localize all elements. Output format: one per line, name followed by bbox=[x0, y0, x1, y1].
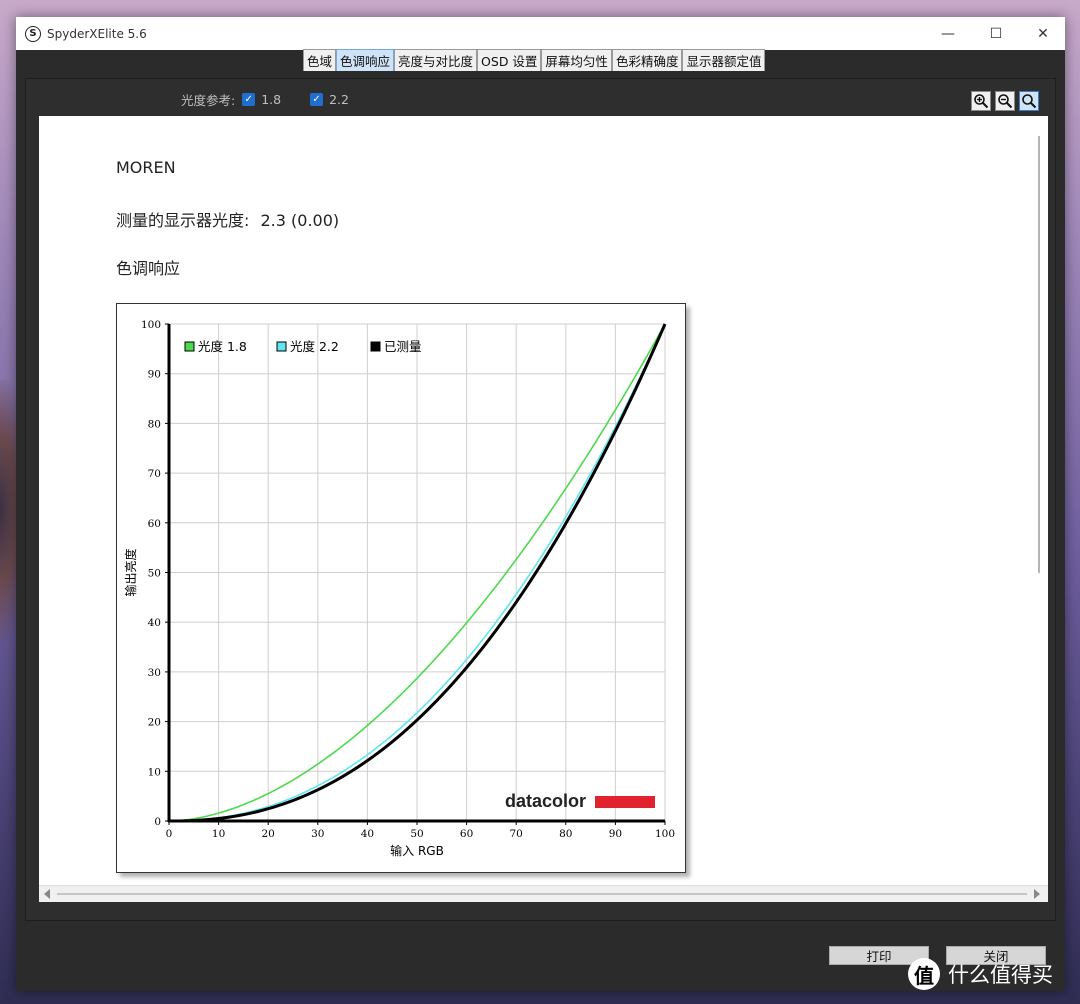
zoom-fit-icon bbox=[1022, 94, 1037, 109]
minimize-button[interactable]: — bbox=[925, 17, 971, 50]
x-tick-label: 90 bbox=[609, 828, 622, 840]
y-tick-label: 10 bbox=[148, 766, 161, 778]
x-tick-label: 60 bbox=[460, 828, 473, 840]
zoom-in-icon bbox=[974, 94, 989, 109]
measured-gamma: 测量的显示器光度: 2.3 (0.00) bbox=[116, 207, 339, 231]
scroll-right-icon[interactable] bbox=[1034, 889, 1040, 899]
gamma-2-2-label: 2.2 bbox=[329, 92, 349, 107]
app-window: S SpyderXElite 5.6 — ☐ ✕ 色域 色调响应 亮度与对比度 … bbox=[16, 17, 1065, 991]
gamma-1-8-checkbox[interactable]: ✓ bbox=[242, 93, 256, 106]
tab-bar: 色域 色调响应 亮度与对比度 OSD 设置 屏幕均匀性 色彩精确度 显示器额定值 bbox=[303, 49, 766, 72]
y-tick-label: 50 bbox=[148, 568, 161, 580]
y-tick-label: 70 bbox=[148, 468, 161, 480]
x-tick-label: 0 bbox=[166, 828, 173, 840]
y-tick-label: 40 bbox=[148, 617, 161, 629]
x-tick-label: 40 bbox=[361, 828, 374, 840]
legend-label-2: 光度 2.2 bbox=[290, 339, 339, 354]
close-window-button[interactable]: ✕ bbox=[1020, 17, 1066, 50]
zoom-fit-button[interactable] bbox=[1019, 91, 1039, 111]
y-tick-label: 80 bbox=[148, 418, 161, 430]
report-content: MOREN 测量的显示器光度: 2.3 (0.00) 色调响应 0 10 20 30 4… bbox=[39, 116, 1030, 885]
scroll-left-icon[interactable] bbox=[44, 889, 50, 899]
x-tick-label: 70 bbox=[510, 828, 523, 840]
gamma-reference-label: 光度参考: bbox=[181, 93, 236, 108]
x-tick-label: 10 bbox=[212, 828, 225, 840]
y-tick-label: 90 bbox=[148, 369, 161, 381]
tab-osd-settings[interactable]: OSD 设置 bbox=[477, 49, 542, 71]
vertical-scrollbar[interactable] bbox=[1030, 116, 1048, 885]
measured-gamma-value: 2.3 (0.00) bbox=[260, 211, 340, 230]
datacolor-logo-bar bbox=[595, 796, 655, 808]
zoom-in-button[interactable] bbox=[971, 91, 991, 111]
maximize-button[interactable]: ☐ bbox=[973, 17, 1019, 50]
y-tick-label: 30 bbox=[148, 667, 161, 679]
tab-gamut[interactable]: 色域 bbox=[303, 49, 337, 71]
x-tick-label: 100 bbox=[655, 828, 675, 840]
watermark: 值 什么值得买 bbox=[908, 958, 1053, 990]
tab-uniformity[interactable]: 屏幕均匀性 bbox=[541, 49, 612, 71]
x-tick-label: 50 bbox=[410, 828, 423, 840]
zoom-out-button[interactable] bbox=[995, 91, 1015, 111]
watermark-text: 什么值得买 bbox=[948, 963, 1053, 987]
zoom-out-icon bbox=[998, 94, 1013, 109]
legend-swatch-2 bbox=[276, 341, 287, 352]
gamma-reference-row: 光度参考: ✓ 1.8 ✓ 2.2 bbox=[181, 90, 349, 109]
window-title: SpyderXElite 5.6 bbox=[47, 26, 147, 41]
datacolor-logo-text: datacolor bbox=[505, 791, 586, 811]
horizontal-scroll-thumb[interactable] bbox=[57, 893, 1027, 895]
tone-response-chart: 0 10 20 30 40 50 60 70 80 90 100 0 10 20 30 40 50 60 70 80 9… bbox=[116, 303, 686, 873]
gamma-2-2-checkbox[interactable]: ✓ bbox=[310, 93, 324, 106]
x-tick-label: 30 bbox=[311, 828, 324, 840]
legend-label-1: 光度 1.8 bbox=[198, 339, 247, 354]
legend-swatch-3 bbox=[370, 341, 381, 352]
vertical-scroll-thumb[interactable] bbox=[1038, 136, 1040, 573]
watermark-logo-icon: 值 bbox=[908, 958, 940, 990]
horizontal-scrollbar[interactable] bbox=[39, 885, 1048, 902]
y-tick-label: 60 bbox=[148, 518, 161, 530]
legend-swatch-1 bbox=[184, 341, 195, 352]
y-axis-title: 输出亮度 bbox=[123, 548, 138, 596]
zoom-toolbar bbox=[971, 91, 1039, 111]
section-title: 色调响应 bbox=[116, 259, 181, 278]
measured-gamma-label: 测量的显示器光度: bbox=[116, 211, 250, 230]
tab-brightness-contrast[interactable]: 亮度与对比度 bbox=[394, 49, 478, 71]
profile-name: MOREN bbox=[116, 158, 176, 177]
y-tick-label: 20 bbox=[148, 717, 161, 729]
tab-tone-response[interactable]: 色调响应 bbox=[336, 49, 395, 71]
tone-response-chart-svg: 0 10 20 30 40 50 60 70 80 90 100 0 10 20 30 40 50 60 70 80 9… bbox=[123, 319, 675, 858]
legend-label-3: 已测量 bbox=[384, 339, 422, 354]
title-bar: S SpyderXElite 5.6 — ☐ ✕ bbox=[16, 17, 1065, 50]
x-tick-label: 80 bbox=[559, 828, 572, 840]
x-axis-title: 输入 RGB bbox=[390, 843, 444, 858]
tab-color-accuracy[interactable]: 色彩精确度 bbox=[611, 49, 683, 71]
app-logo-icon: S bbox=[25, 25, 41, 42]
y-tick-label: 0 bbox=[154, 816, 161, 828]
gamma-1-8-label: 1.8 bbox=[261, 92, 282, 107]
x-tick-label: 20 bbox=[262, 828, 275, 840]
y-tick-label: 100 bbox=[141, 319, 161, 331]
tab-monitor-rating[interactable]: 显示器额定值 bbox=[682, 49, 766, 71]
